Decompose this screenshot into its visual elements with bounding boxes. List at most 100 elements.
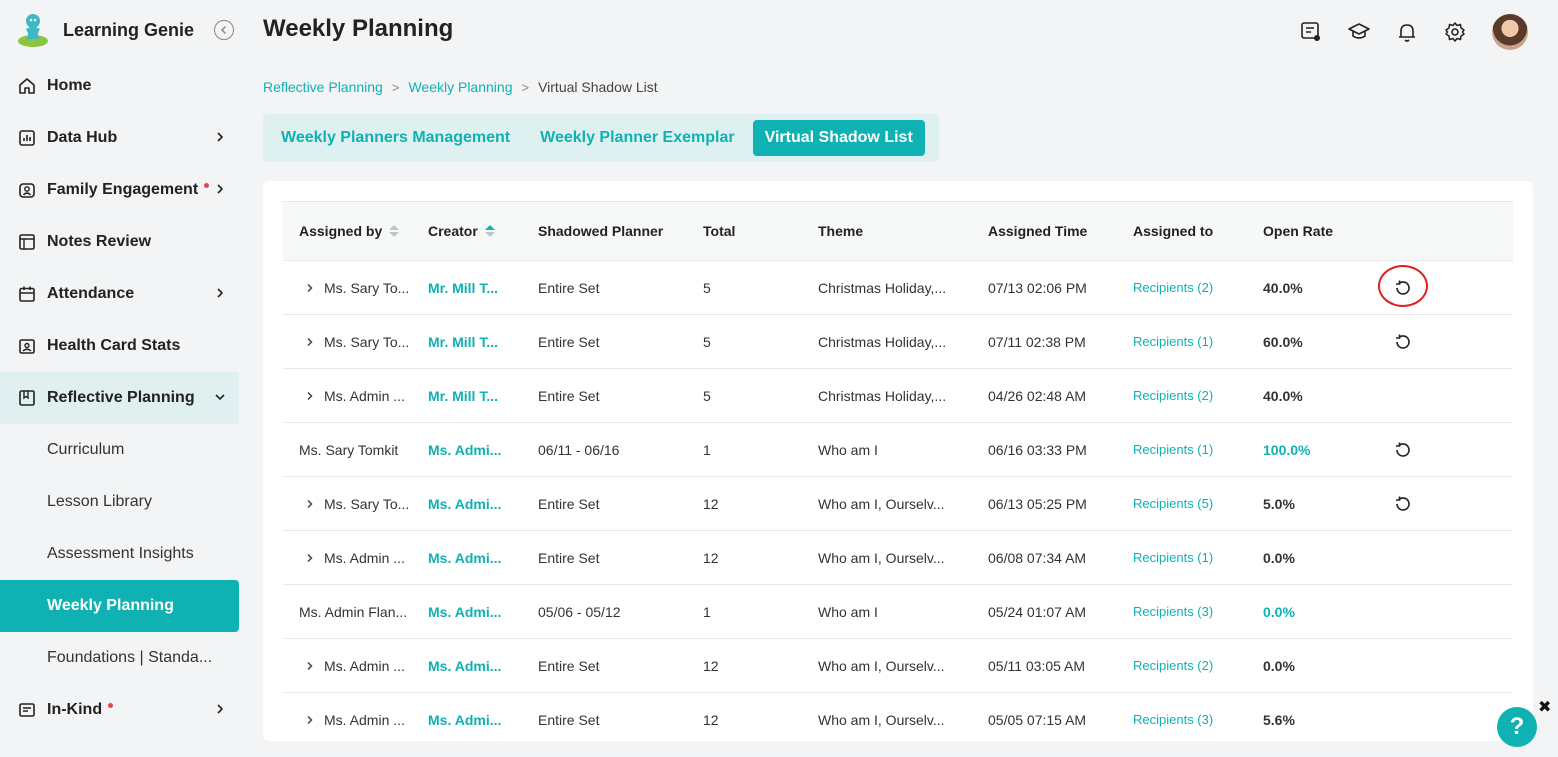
total-cell: 5 bbox=[703, 333, 711, 350]
column-header-theme: Theme bbox=[818, 223, 864, 239]
assigned-by-cell: Ms. Admin ... bbox=[324, 549, 405, 566]
sidebar-item-health-card-stats[interactable]: Health Card Stats bbox=[0, 320, 239, 372]
collapse-sidebar-icon[interactable] bbox=[214, 20, 234, 40]
table-row: Ms. Sary Tomkit Ms. Admi... 06/11 - 06/1… bbox=[283, 423, 1513, 477]
recipients-link[interactable]: Recipients (2) bbox=[1133, 388, 1263, 403]
assigned-by-cell: Ms. Admin ... bbox=[324, 387, 405, 404]
sort-icon[interactable] bbox=[389, 225, 400, 237]
expand-row-icon[interactable] bbox=[305, 715, 315, 725]
tab-weekly-planner-exemplar[interactable]: Weekly Planner Exemplar bbox=[540, 120, 734, 156]
help-button[interactable]: ? bbox=[1497, 707, 1537, 747]
expand-row-icon[interactable] bbox=[305, 337, 315, 347]
tab-weekly-planners-management[interactable]: Weekly Planners Management bbox=[281, 120, 510, 156]
recipients-link[interactable]: Recipients (2) bbox=[1133, 658, 1263, 673]
assigned-by-cell: Ms. Sary To... bbox=[324, 333, 410, 350]
table-row: Ms. Admin ... Ms. Admi... Entire Set 12 … bbox=[283, 693, 1513, 741]
restore-icon[interactable] bbox=[1392, 331, 1414, 353]
sidebar-item-notes-review[interactable]: Notes Review bbox=[0, 216, 239, 268]
restore-icon[interactable] bbox=[1392, 439, 1414, 461]
theme-cell: Who am I, Ourselv... bbox=[818, 711, 945, 728]
restore-icon[interactable] bbox=[1392, 493, 1414, 515]
column-label: Assigned by bbox=[299, 223, 383, 239]
virtual-shadow-list-card: Assigned by Creator Shadowed Planner Tot… bbox=[263, 181, 1533, 741]
sidebar-subitem-weekly-planning[interactable]: Weekly Planning bbox=[0, 580, 239, 632]
assigned-time-cell: 06/08 07:34 AM bbox=[988, 549, 1087, 566]
assigned-time-cell: 06/16 03:33 PM bbox=[988, 441, 1087, 458]
sidebar-item-family-engagement[interactable]: Family Engagement bbox=[0, 164, 239, 216]
chevron-right-icon bbox=[213, 286, 227, 300]
expand-row-icon[interactable] bbox=[305, 391, 315, 401]
shadowed-planner-cell: Entire Set bbox=[538, 387, 600, 404]
recipients-link[interactable]: Recipients (1) bbox=[1133, 442, 1263, 457]
sidebar-item-data-hub[interactable]: Data Hub bbox=[0, 112, 239, 164]
column-header-assigned-by[interactable]: Assigned by bbox=[283, 223, 428, 239]
recipients-link[interactable]: Recipients (2) bbox=[1133, 280, 1263, 295]
shadowed-planner-cell: Entire Set bbox=[538, 279, 600, 296]
recipients-link[interactable]: Recipients (3) bbox=[1133, 604, 1263, 619]
creator-link[interactable]: Ms. Admi... bbox=[428, 604, 538, 620]
theme-cell: Who am I bbox=[818, 441, 878, 458]
tab-virtual-shadow-list[interactable]: Virtual Shadow List bbox=[752, 120, 925, 156]
breadcrumb-separator: > bbox=[521, 79, 530, 95]
learning-genie-logo[interactable] bbox=[14, 11, 52, 49]
bell-icon[interactable] bbox=[1395, 20, 1419, 44]
recipients-link[interactable]: Recipients (5) bbox=[1133, 496, 1263, 511]
theme-cell: Who am I, Ourselv... bbox=[818, 549, 945, 566]
notification-dot bbox=[108, 702, 114, 708]
brand: Learning Genie bbox=[14, 12, 234, 48]
sort-ascending-icon[interactable] bbox=[484, 225, 495, 237]
expand-row-icon[interactable] bbox=[305, 553, 315, 563]
open-rate-cell: 5.6% bbox=[1263, 711, 1295, 728]
sidebar-subitem-foundations[interactable]: Foundations | Standa... bbox=[0, 632, 239, 684]
table-row: Ms. Sary To... Mr. Mill T... Entire Set … bbox=[283, 261, 1513, 315]
sidebar-item-label: Notes Review bbox=[47, 233, 152, 250]
sidebar-subitem-lesson-library[interactable]: Lesson Library bbox=[0, 476, 239, 528]
sidebar-item-in-kind[interactable]: In-Kind bbox=[0, 684, 239, 736]
sidebar-item-label: In-Kind bbox=[47, 701, 103, 718]
recipients-link[interactable]: Recipients (3) bbox=[1133, 712, 1263, 727]
breadcrumb-reflective-planning[interactable]: Reflective Planning bbox=[263, 79, 383, 95]
sidebar-subitem-assessment-insights[interactable]: Assessment Insights bbox=[0, 528, 239, 580]
creator-link[interactable]: Ms. Admi... bbox=[428, 712, 538, 728]
theme-cell: Who am I bbox=[818, 603, 878, 620]
tab-bar: Weekly Planners Management Weekly Planne… bbox=[263, 114, 939, 162]
theme-cell: Who am I, Ourselv... bbox=[818, 657, 945, 674]
graduation-cap-icon[interactable] bbox=[1347, 20, 1371, 44]
assigned-time-cell: 05/05 07:15 AM bbox=[988, 711, 1087, 728]
expand-row-icon[interactable] bbox=[305, 499, 315, 509]
support-chat-icon[interactable] bbox=[1299, 20, 1323, 44]
creator-link[interactable]: Mr. Mill T... bbox=[428, 280, 538, 296]
creator-link[interactable]: Mr. Mill T... bbox=[428, 334, 538, 350]
sidebar-item-home[interactable]: Home bbox=[0, 60, 239, 112]
gear-icon[interactable] bbox=[1443, 20, 1467, 44]
recipients-link[interactable]: Recipients (1) bbox=[1133, 550, 1263, 565]
creator-link[interactable]: Ms. Admi... bbox=[428, 496, 538, 512]
theme-cell: Christmas Holiday,... bbox=[818, 387, 947, 404]
open-rate-link[interactable]: 100.0% bbox=[1263, 442, 1363, 458]
close-help-icon[interactable]: ✖ bbox=[1538, 697, 1551, 717]
creator-link[interactable]: Ms. Admi... bbox=[428, 550, 538, 566]
total-cell: 12 bbox=[703, 495, 719, 512]
total-cell: 5 bbox=[703, 387, 711, 404]
column-header-creator[interactable]: Creator bbox=[428, 223, 538, 239]
assigned-time-cell: 05/11 03:05 AM bbox=[988, 657, 1086, 674]
sidebar-item-attendance[interactable]: Attendance bbox=[0, 268, 239, 320]
sidebar-subitem-curriculum[interactable]: Curriculum bbox=[0, 424, 239, 476]
recipients-link[interactable]: Recipients (1) bbox=[1133, 334, 1263, 349]
sidebar-item-label: Home bbox=[47, 77, 92, 94]
breadcrumb-weekly-planning[interactable]: Weekly Planning bbox=[408, 79, 512, 95]
open-rate-link[interactable]: 0.0% bbox=[1263, 604, 1363, 620]
creator-link[interactable]: Ms. Admi... bbox=[428, 442, 538, 458]
restore-icon[interactable] bbox=[1378, 264, 1428, 307]
sidebar-nav: Home Data Hub Family Engagement Notes Re… bbox=[0, 60, 246, 736]
sidebar-item-reflective-planning[interactable]: Reflective Planning bbox=[0, 372, 239, 424]
shadow-list-table: Assigned by Creator Shadowed Planner Tot… bbox=[283, 201, 1513, 741]
sidebar-item-label: Attendance bbox=[47, 285, 135, 302]
breadcrumb-separator: > bbox=[391, 79, 400, 95]
expand-row-icon[interactable] bbox=[305, 661, 315, 671]
creator-link[interactable]: Ms. Admi... bbox=[428, 658, 538, 674]
user-avatar[interactable] bbox=[1492, 14, 1528, 50]
creator-link[interactable]: Mr. Mill T... bbox=[428, 388, 538, 404]
theme-cell: Who am I, Ourselv... bbox=[818, 495, 945, 512]
expand-row-icon[interactable] bbox=[305, 283, 315, 293]
